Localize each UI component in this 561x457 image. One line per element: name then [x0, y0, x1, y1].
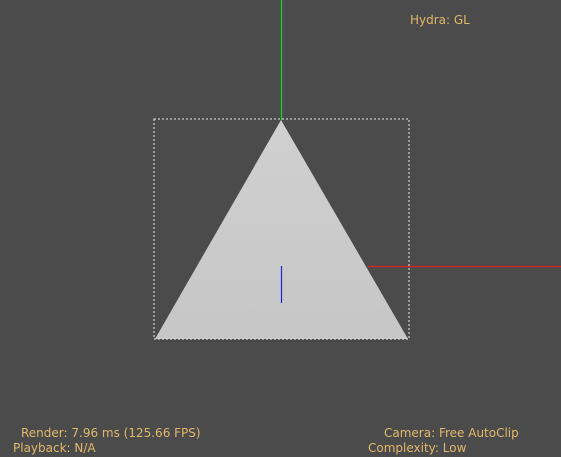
- complexity-level: Complexity: Low: [368, 441, 467, 455]
- 3d-viewport[interactable]: Hydra: GL Render: 7.96 ms (125.66 FPS) P…: [0, 0, 561, 457]
- camera-mode: Camera: Free AutoClip: [384, 426, 519, 440]
- viewport-scene[interactable]: [0, 0, 561, 457]
- renderer-label: Hydra: GL: [410, 13, 470, 27]
- render-stats: Render: 7.96 ms (125.66 FPS): [21, 426, 201, 440]
- playback-status: Playback: N/A: [13, 441, 96, 455]
- triangle-mesh[interactable]: [155, 120, 408, 339]
